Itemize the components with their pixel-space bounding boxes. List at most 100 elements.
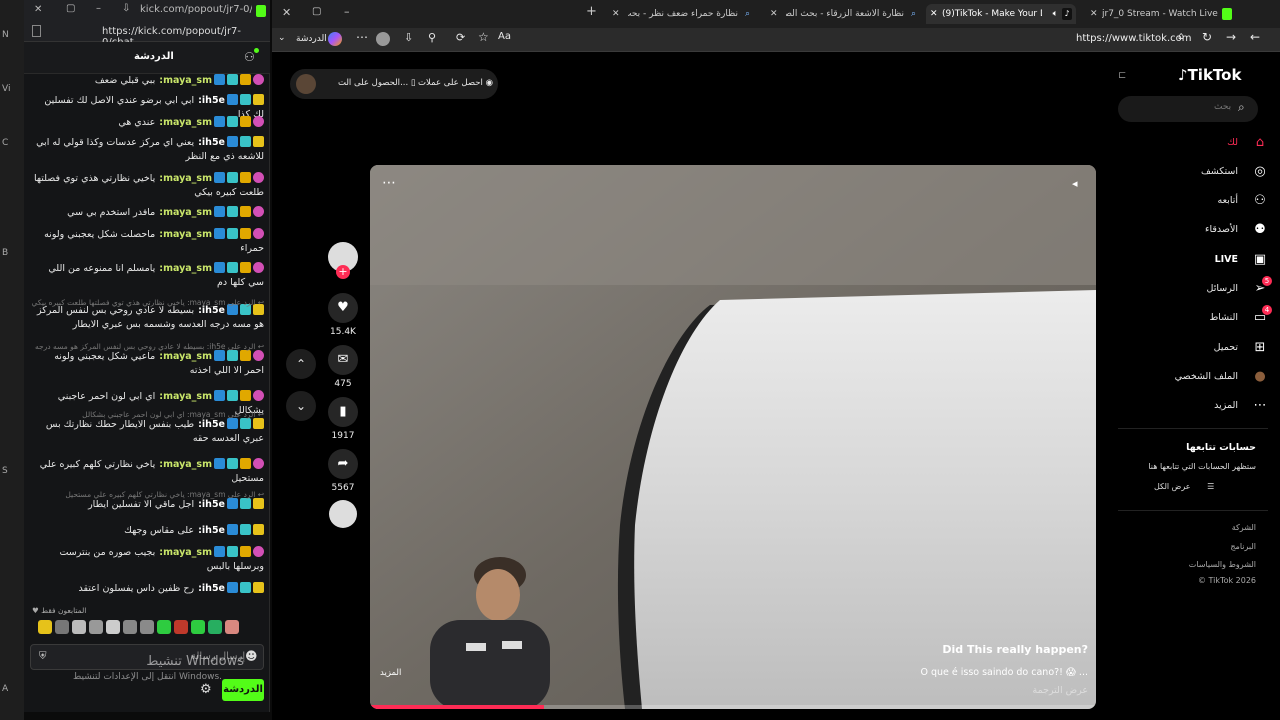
chat-username[interactable]: ih5e: <box>198 419 225 430</box>
emote-icon[interactable] <box>225 620 239 634</box>
collapse-sidebar-icon[interactable]: ⊏ <box>1118 70 1126 81</box>
tab-close-icon[interactable]: ✕ <box>930 4 938 24</box>
maximize-window-icon[interactable]: ▢ <box>312 6 321 17</box>
previous-video-button[interactable]: ⌃ <box>286 349 316 379</box>
emote-icon[interactable] <box>191 620 205 634</box>
user-avatar[interactable] <box>296 74 316 94</box>
tiktok-logo[interactable]: ♪TikTok <box>1178 66 1241 84</box>
see-translation-link[interactable]: عرض الترجمة <box>890 685 1088 696</box>
close-window-icon[interactable]: ✕ <box>282 6 291 19</box>
footer-terms[interactable]: الشروط والسياسات <box>1118 560 1256 569</box>
minimize-window-icon[interactable]: – <box>344 5 350 18</box>
emote-icon[interactable] <box>208 620 222 634</box>
tab-image-search[interactable]: ✕ نظارة الاشعة الزرقاء - بحث الصور ⌕ <box>766 4 920 24</box>
see-all-link[interactable]: عرض الكل ☰ <box>1154 482 1214 491</box>
refresh-sync-icon[interactable]: ⟳ <box>456 31 465 44</box>
nav-item[interactable]: ▣ LIVE <box>1128 249 1268 271</box>
speaker-icon[interactable]: 🔈︎ <box>1053 4 1058 24</box>
nav-item[interactable]: ◎ استكشف <box>1128 161 1268 183</box>
share-icon[interactable]: ➦ <box>328 449 358 479</box>
emote-icon[interactable] <box>38 620 52 634</box>
tab-kick-stream[interactable]: ✕ jr7_0 Stream - Watch Live on Kick <box>1086 4 1236 24</box>
footer-program[interactable]: البرنامج <box>1118 542 1256 551</box>
get-app-button[interactable]: الحصول على الت... ▯ <box>338 78 416 88</box>
video-more-icon[interactable]: ⋯ <box>382 175 396 191</box>
tab-tiktok[interactable]: ✕ (9)TikTok - Make Your Day 🔈︎ ♪ <box>926 4 1076 24</box>
close-icon[interactable]: ✕ <box>34 4 42 15</box>
download-icon[interactable]: ⇩ <box>122 3 130 14</box>
nav-item[interactable]: ⋯ المزيد <box>1128 395 1268 417</box>
read-aloud-icon[interactable]: Aa <box>498 31 511 42</box>
address-bar[interactable]: https://www.tiktok.com <box>1076 33 1192 44</box>
reload-icon[interactable]: ↻ <box>1202 30 1212 44</box>
copilot-icon[interactable] <box>328 32 342 46</box>
like-action[interactable]: ♥ 15.4K <box>328 293 358 337</box>
chat-username[interactable]: maya_sm: <box>159 547 212 558</box>
nav-item[interactable]: ● الملف الشخصي <box>1128 366 1268 388</box>
chat-send-button[interactable]: الدردشة <box>222 679 264 701</box>
minimize-icon[interactable]: – <box>96 3 101 14</box>
tab-close-icon[interactable]: ✕ <box>770 4 778 24</box>
nav-item[interactable]: ▭ النشاط 4 <box>1128 305 1272 329</box>
tab-close-icon[interactable]: ✕ <box>612 4 620 24</box>
save-action[interactable]: ▮ 1917 <box>328 397 358 441</box>
comment-action[interactable]: ✉ 475 <box>328 345 358 389</box>
users-icon[interactable]: ⚇ <box>244 50 255 64</box>
emote-icon[interactable] <box>72 620 86 634</box>
share-action[interactable]: ➦ 5567 <box>328 449 358 493</box>
tab-search-red-glasses[interactable]: ✕ نظارة حمراء ضعف نظر - بحث ⌕ <box>608 4 754 24</box>
chat-username[interactable]: ih5e: <box>198 499 225 510</box>
favorite-star-icon[interactable]: ☆ <box>478 30 489 44</box>
follow-plus-icon[interactable]: + <box>336 265 350 279</box>
more-icon[interactable]: ⋯ <box>356 30 368 44</box>
nav-item[interactable]: ⚇ أتابعه <box>1128 190 1268 212</box>
settings-gear-icon[interactable]: ⚙ <box>200 682 212 697</box>
extensions-icon[interactable]: ⚲ <box>428 31 436 44</box>
chat-username[interactable]: maya_sm: <box>159 117 212 128</box>
sidebar-label[interactable]: الدردشة <box>296 34 327 44</box>
next-video-button[interactable]: ⌄ <box>286 391 316 421</box>
get-coins-button[interactable]: احصل على عملات ◉ <box>418 78 493 88</box>
nav-item[interactable]: ⌂ لك <box>1128 132 1268 154</box>
emote-icon[interactable] <box>157 620 171 634</box>
nav-item[interactable]: ⊞ تحميل <box>1128 337 1268 359</box>
maximize-icon[interactable]: ▢ <box>66 3 75 14</box>
chat-username[interactable]: maya_sm: <box>159 351 212 362</box>
chat-username[interactable]: maya_sm: <box>159 75 212 86</box>
chat-username[interactable]: ih5e: <box>198 525 225 536</box>
new-tab-icon[interactable]: + <box>586 4 597 19</box>
emote-icon[interactable] <box>55 620 69 634</box>
bookmark-icon[interactable]: ▮ <box>328 397 358 427</box>
emote-icon[interactable] <box>140 620 154 634</box>
chat-username[interactable]: ih5e: <box>198 583 225 594</box>
emote-icon[interactable] <box>123 620 137 634</box>
tab-close-icon[interactable]: ✕ <box>1090 4 1098 24</box>
comment-icon[interactable]: ✉ <box>328 345 358 375</box>
back-icon[interactable]: ← <box>1250 30 1260 44</box>
music-disc-avatar[interactable] <box>329 500 357 528</box>
downloads-icon[interactable]: ⇩ <box>404 31 413 44</box>
search-bar[interactable]: بحث ⌕ <box>1118 96 1258 122</box>
chat-username[interactable]: ih5e: <box>198 95 225 106</box>
video-more-link[interactable]: المزيد <box>380 668 401 678</box>
video-progress-track[interactable] <box>370 705 1096 709</box>
nav-item[interactable]: ⚉ الأصدقاء <box>1128 219 1268 241</box>
emote-icon[interactable] <box>106 620 120 634</box>
chat-username[interactable]: maya_sm: <box>159 173 212 184</box>
emoji-icon[interactable]: ☻ <box>245 649 258 663</box>
chat-username[interactable]: maya_sm: <box>159 459 212 470</box>
forward-icon[interactable]: → <box>1226 30 1236 44</box>
volume-icon[interactable]: ◂ <box>1072 177 1078 190</box>
video-player[interactable]: ⋯ ◂ Did This really happen? O que é isso… <box>370 165 1096 709</box>
nav-item[interactable]: ➢ الرسائل 5 <box>1128 276 1272 300</box>
chat-username[interactable]: maya_sm: <box>159 229 212 240</box>
footer-company[interactable]: الشركة <box>1118 523 1256 532</box>
emote-icon[interactable] <box>89 620 103 634</box>
chat-username[interactable]: ih5e: <box>198 137 225 148</box>
chat-username[interactable]: maya_sm: <box>159 263 212 274</box>
heart-icon[interactable]: ♥ <box>328 293 358 323</box>
chat-username[interactable]: maya_sm: <box>159 391 212 402</box>
chat-username[interactable]: maya_sm: <box>159 207 212 218</box>
profile-avatar-icon[interactable] <box>376 32 390 46</box>
chevron-down-icon[interactable]: ⌄ <box>278 33 286 43</box>
